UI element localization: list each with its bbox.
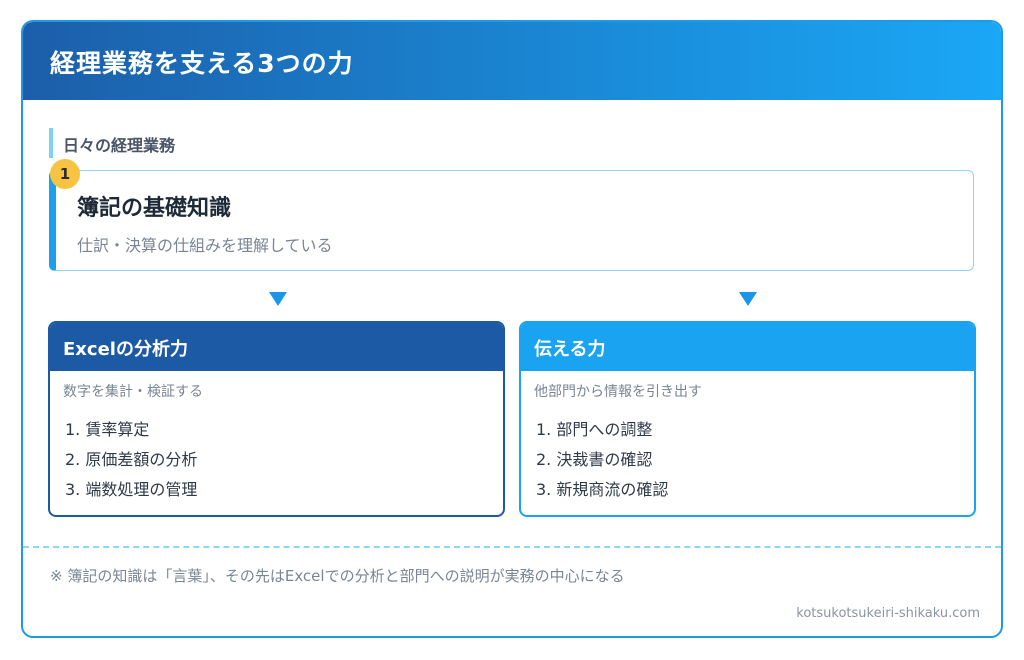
panel-communication: 伝える力 他部門から情報を引き出す 1. 部門への調整 2. 決裁書の確認 3.… [519, 321, 976, 517]
footnote: ※ 簿記の知識は「言葉」、その先はExcelでの分析と部門への説明が実務の中心に… [50, 567, 625, 585]
arrow-down-right-icon [739, 292, 757, 306]
dashed-divider [23, 546, 1001, 548]
list-item: 3. 新規商流の確認 [536, 480, 669, 499]
panel-item-list: 1. 部門への調整 2. 決裁書の確認 3. 新規商流の確認 [536, 415, 668, 505]
panel-title: 伝える力 [521, 323, 974, 371]
list-item: 1. 部門への調整 [536, 420, 653, 439]
step-number-badge: 1 [50, 159, 80, 189]
section-label: 日々の経理業務 [63, 136, 176, 155]
panel-item-list: 1. 賃率算定 2. 原価差額の分析 3. 端数処理の管理 [65, 415, 197, 505]
source-url: kotsukotsukeiri-shikaku.com [796, 606, 980, 621]
list-item: 3. 端数処理の管理 [65, 480, 198, 499]
header-banner: 経理業務を支える3つの力 [23, 22, 1001, 100]
list-item: 2. 原価差額の分析 [65, 450, 198, 469]
panel-subtitle: 他部門から情報を引き出す [534, 384, 702, 400]
list-item: 1. 賃率算定 [65, 420, 150, 439]
panel-title: Excelの分析力 [50, 323, 503, 371]
panel-subtitle: 数字を集計・検証する [63, 384, 203, 400]
step-title: 簿記の基礎知識 [77, 196, 232, 221]
infographic-card: 経理業務を支える3つの力 日々の経理業務 1 簿記の基礎知識 仕訳・決算の仕組み… [21, 20, 1003, 638]
step-description: 仕訳・決算の仕組みを理解している [77, 236, 333, 255]
panel-excel-analysis: Excelの分析力 数字を集計・検証する 1. 賃率算定 2. 原価差額の分析 … [48, 321, 505, 517]
list-item: 2. 決裁書の確認 [536, 450, 653, 469]
page-title: 経理業務を支える3つの力 [50, 49, 354, 78]
arrow-down-left-icon [269, 292, 287, 306]
section-label-accent [49, 128, 53, 158]
